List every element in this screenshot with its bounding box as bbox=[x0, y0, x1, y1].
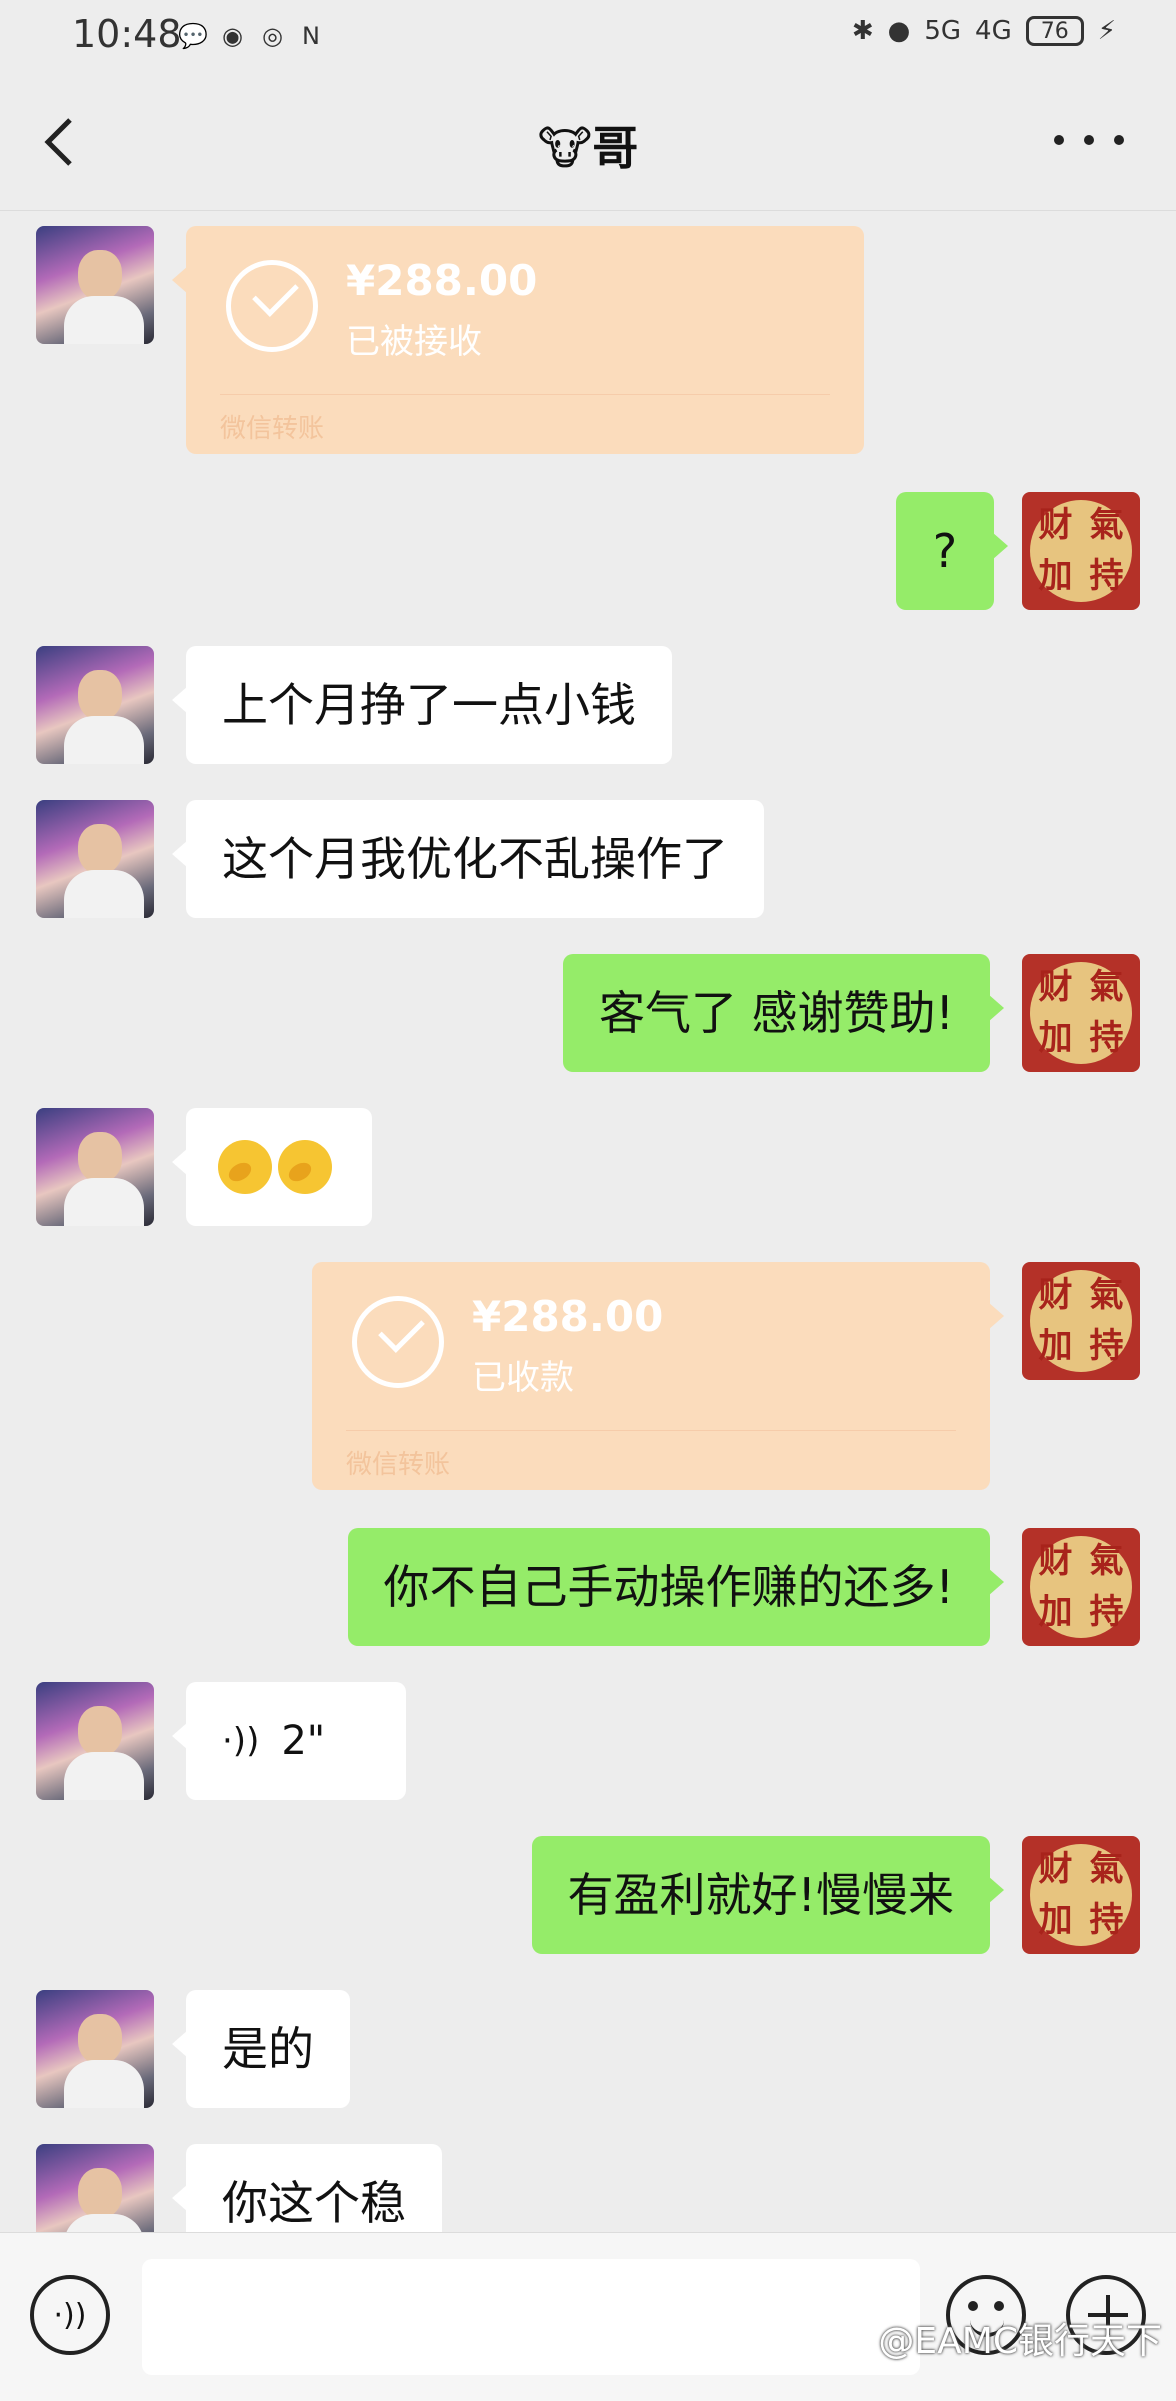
self-avatar[interactable]: 财氣加持 bbox=[1022, 954, 1140, 1072]
self-avatar[interactable]: 财氣加持 bbox=[1022, 1836, 1140, 1954]
message-list[interactable]: ¥288.00 已被接收 微信转账 ? 财氣加持 上个月挣了一点小钱 这个月我优… bbox=[0, 210, 1176, 2232]
transfer-card[interactable]: ¥288.00 已被接收 微信转账 bbox=[172, 226, 864, 454]
check-circle-icon bbox=[352, 1296, 444, 1388]
contact-avatar[interactable] bbox=[36, 646, 154, 764]
message-bubble-incoming[interactable]: 是的 bbox=[172, 1990, 350, 2108]
message-bubble-outgoing[interactable]: ? bbox=[896, 492, 1008, 610]
watermark: @EAMC银行天下 bbox=[878, 2321, 1162, 2362]
self-avatar[interactable]: 财氣加持 bbox=[1022, 492, 1140, 610]
transfer-label: 微信转账 bbox=[346, 1450, 451, 1480]
transfer-amount: ¥288.00 bbox=[346, 256, 538, 305]
transfer-status: 已被接收 bbox=[346, 322, 482, 362]
message-bubble-outgoing[interactable]: 你不自己手动操作赚的还多! bbox=[347, 1528, 1005, 1646]
contact-avatar[interactable] bbox=[36, 2144, 154, 2232]
status-time: 10:48 bbox=[72, 12, 182, 56]
voice-input-icon[interactable]: ·)) bbox=[30, 2275, 110, 2355]
status-bar: 10:48 💬 ◉ ◎ N ✱ ● 5G 4G 76 ⚡ bbox=[0, 0, 1176, 72]
contact-avatar[interactable] bbox=[36, 226, 154, 344]
message-input[interactable] bbox=[142, 2259, 920, 2375]
nfc-icon: N bbox=[302, 22, 320, 50]
wechat-icon: 💬 bbox=[178, 22, 208, 50]
check-circle-icon bbox=[226, 260, 318, 352]
self-avatar[interactable]: 财氣加持 bbox=[1022, 1528, 1140, 1646]
status-right: ✱ ● 5G 4G 76 ⚡ bbox=[852, 16, 1116, 46]
message-bubble-outgoing[interactable]: 有盈利就好!慢慢来 bbox=[531, 1836, 1005, 1954]
weibo-icon: ◎ bbox=[262, 22, 283, 50]
message-bubble-incoming[interactable]: 你这个稳 bbox=[172, 2144, 442, 2232]
voice-duration: 2" bbox=[281, 1718, 326, 1764]
contact-avatar[interactable] bbox=[36, 800, 154, 918]
transfer-status: 已收款 bbox=[472, 1358, 574, 1398]
message-bubble-incoming[interactable]: 上个月挣了一点小钱 bbox=[172, 646, 672, 764]
bluetooth-icon: ✱ bbox=[851, 16, 874, 46]
more-options-icon[interactable] bbox=[1054, 120, 1124, 160]
signal-5g: 5G bbox=[924, 16, 962, 46]
transfer-label: 微信转账 bbox=[220, 414, 325, 444]
contact-avatar[interactable] bbox=[36, 1108, 154, 1226]
browser-icon: ◉ bbox=[222, 22, 243, 50]
transfer-amount: ¥288.00 bbox=[472, 1292, 664, 1341]
thinking-emoji-icon bbox=[278, 1140, 332, 1194]
contact-avatar[interactable] bbox=[36, 1990, 154, 2108]
thinking-emoji-icon bbox=[218, 1140, 272, 1194]
message-bubble-incoming[interactable]: 这个月我优化不乱操作了 bbox=[172, 800, 764, 918]
battery-icon: 76 bbox=[1025, 16, 1084, 46]
voice-wave-icon: ·)) bbox=[222, 1721, 260, 1761]
chat-title: 🐮哥 bbox=[537, 121, 639, 175]
transfer-card[interactable]: ¥288.00 已收款 微信转账 bbox=[312, 1262, 1004, 1490]
message-bubble-emoji[interactable] bbox=[172, 1108, 372, 1226]
signal-4g: 4G bbox=[975, 16, 1012, 46]
message-bubble-outgoing[interactable]: 客气了 感谢赞助! bbox=[562, 954, 1005, 1072]
contact-avatar[interactable] bbox=[36, 1682, 154, 1800]
self-avatar[interactable]: 财氣加持 bbox=[1022, 1262, 1140, 1380]
location-icon: ● bbox=[887, 16, 911, 46]
charging-icon: ⚡ bbox=[1097, 16, 1116, 46]
chat-header: 🐮哥 bbox=[0, 72, 1176, 211]
voice-message[interactable]: ·)) 2" bbox=[172, 1682, 406, 1800]
